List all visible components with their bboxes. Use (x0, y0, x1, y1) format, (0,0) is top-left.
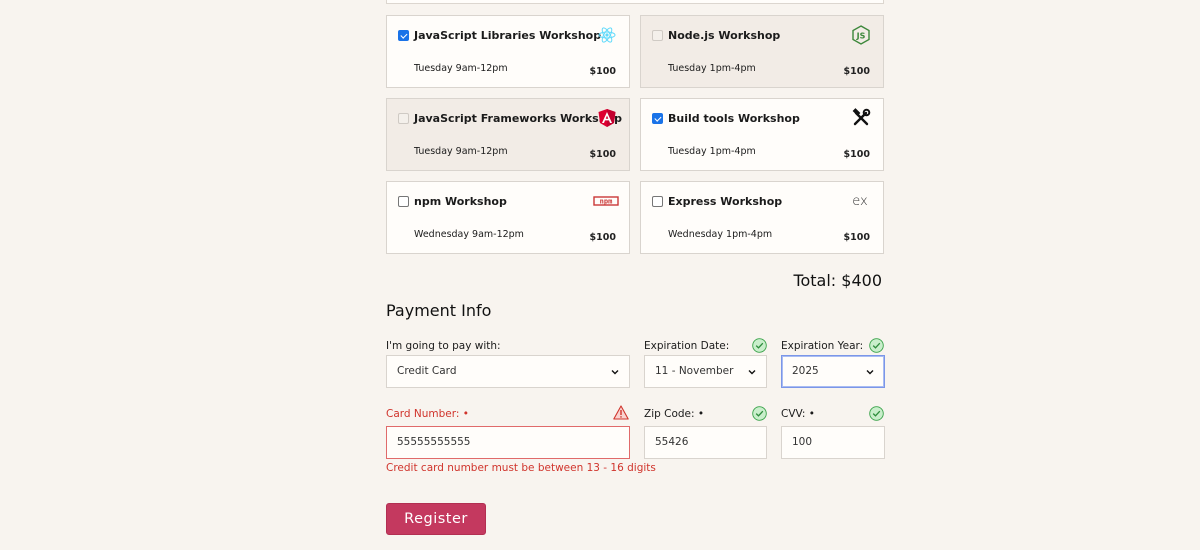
workshop-title: Express Workshop (668, 195, 783, 208)
expiration-year-label: Expiration Year: (781, 340, 864, 352)
tools-icon (851, 108, 871, 128)
workshop-title: JavaScript Libraries Workshop (414, 29, 602, 42)
svg-text:npm: npm (600, 198, 613, 206)
workshop-time: Tuesday 9am-12pm (414, 63, 508, 74)
workshop-time: Wednesday 9am-12pm (414, 229, 524, 240)
workshop-title: JavaScript Frameworks Workshop (414, 112, 622, 125)
workshop-checkbox[interactable] (652, 113, 663, 124)
workshop-checkbox[interactable] (398, 113, 409, 124)
workshop-card-express[interactable]: Express Workshop ex Wednesday 1pm-4pm $1… (640, 181, 884, 254)
payment-method-label: I'm going to pay with: (386, 340, 501, 352)
workshop-title: npm Workshop (414, 195, 507, 208)
workshop-price: $100 (843, 232, 870, 243)
valid-check-icon (752, 338, 767, 353)
zip-code-input[interactable]: 55426 (644, 426, 767, 459)
workshop-price: $100 (589, 66, 616, 77)
chevron-down-icon (866, 370, 874, 375)
expiration-date-value: 11 - November (655, 365, 734, 377)
workshop-checkbox[interactable] (652, 30, 663, 41)
workshop-price: $100 (843, 149, 870, 160)
react-icon (597, 25, 617, 45)
workshop-card-npm[interactable]: npm Workshop npm Wednesday 9am-12pm $100 (386, 181, 630, 254)
workshop-card-nodejs[interactable]: Node.js Workshop JS Tuesday 1pm-4pm $100 (640, 15, 884, 88)
workshop-time: Tuesday 1pm-4pm (668, 146, 756, 157)
expiration-date-select[interactable]: 11 - November (644, 355, 767, 388)
total-cost: Total: $400 (793, 271, 882, 290)
workshop-card-js-libraries[interactable]: JavaScript Libraries Workshop Tuesday 9a… (386, 15, 630, 88)
warning-icon (613, 405, 629, 420)
payment-info-title: Payment Info (386, 301, 492, 320)
card-number-label: Card Number: • (386, 408, 469, 420)
workshop-price: $100 (589, 149, 616, 160)
workshop-checkbox[interactable] (652, 196, 663, 207)
workshop-checkbox[interactable] (398, 196, 409, 207)
workshop-price: $100 (589, 232, 616, 243)
workshop-title: Node.js Workshop (668, 29, 781, 42)
expiration-date-label: Expiration Date: (644, 340, 730, 352)
card-number-input[interactable]: 55555555555 (386, 426, 630, 459)
payment-method-select[interactable]: Credit Card (386, 355, 630, 388)
cvv-label: CVV: • (781, 408, 815, 420)
workshop-time: Tuesday 1pm-4pm (668, 63, 756, 74)
angular-icon (597, 108, 617, 128)
cvv-input[interactable]: 100 (781, 426, 885, 459)
workshop-time: Wednesday 1pm-4pm (668, 229, 773, 240)
workshop-title: Build tools Workshop (668, 112, 800, 125)
valid-check-icon (869, 406, 884, 421)
svg-text:ex: ex (852, 194, 867, 209)
workshop-time: Tuesday 9am-12pm (414, 146, 508, 157)
workshop-card-js-frameworks[interactable]: JavaScript Frameworks Workshop Tuesday 9… (386, 98, 630, 171)
card-number-value: 55555555555 (397, 436, 471, 448)
card-number-error: Credit card number must be between 13 - … (386, 462, 656, 474)
previous-section-edge (386, 0, 884, 4)
nodejs-icon: JS (851, 25, 871, 45)
npm-icon: npm (593, 191, 619, 211)
workshop-card-build-tools[interactable]: Build tools Workshop Tuesday 1pm-4pm $10… (640, 98, 884, 171)
chevron-down-icon (748, 370, 756, 375)
register-button[interactable]: Register (386, 503, 486, 535)
svg-text:JS: JS (856, 32, 866, 41)
zip-code-value: 55426 (655, 436, 689, 448)
payment-method-value: Credit Card (397, 365, 457, 377)
expiration-year-value: 2025 (792, 365, 819, 377)
valid-check-icon (869, 338, 884, 353)
valid-check-icon (752, 406, 767, 421)
workshop-checkbox[interactable] (398, 30, 409, 41)
workshop-price: $100 (843, 66, 870, 77)
express-icon: ex (849, 191, 871, 211)
cvv-value: 100 (792, 436, 813, 448)
zip-code-label: Zip Code: • (644, 408, 705, 420)
expiration-year-select[interactable]: 2025 (781, 355, 885, 388)
chevron-down-icon (611, 370, 619, 375)
